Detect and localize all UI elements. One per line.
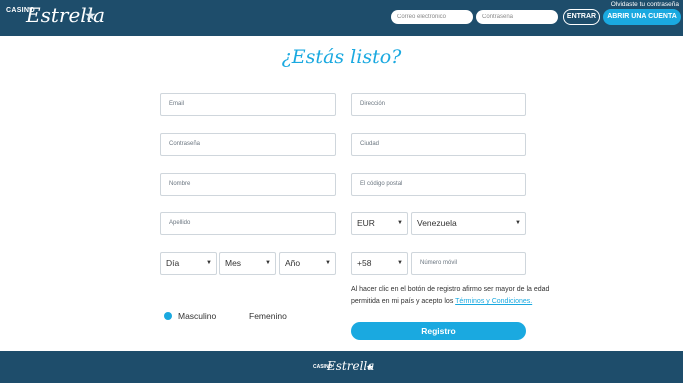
gender-female-label: Femenino xyxy=(249,311,287,321)
currency-select[interactable]: EUR ▼ xyxy=(351,212,408,235)
phone-code-select[interactable]: +58 ▼ xyxy=(351,252,408,275)
currency-select-value: EUR xyxy=(357,218,375,228)
year-select-value: Año xyxy=(285,258,301,268)
phone-field[interactable]: Número móvil xyxy=(411,252,526,275)
surname-field[interactable]: Apellido xyxy=(160,212,336,235)
top-header: CASINO Estrella ★ Olvidaste tu contraseñ… xyxy=(0,0,683,36)
name-field[interactable]: Nombre xyxy=(160,173,336,196)
page-title: ¿Estás listo? xyxy=(281,46,402,68)
chevron-down-icon: ▼ xyxy=(206,260,212,266)
year-select[interactable]: Año ▼ xyxy=(279,252,336,275)
header-email-input[interactable] xyxy=(391,10,473,24)
day-select[interactable]: Día ▼ xyxy=(160,252,217,275)
chevron-down-icon: ▼ xyxy=(325,260,331,266)
terms-text: Al hacer clic en el botón de registro af… xyxy=(351,284,551,308)
address-field[interactable]: Dirección xyxy=(351,93,526,116)
month-select-value: Mes xyxy=(225,258,242,268)
chevron-down-icon: ▼ xyxy=(265,260,271,266)
footer: CASINO Estrella ★ xyxy=(0,351,683,383)
city-field[interactable]: Ciudad xyxy=(351,133,526,156)
gender-female-radio[interactable]: Femenino xyxy=(249,311,287,321)
postal-code-field[interactable]: El código postal xyxy=(351,173,526,196)
radio-selected-icon xyxy=(164,312,172,320)
email-field[interactable]: Email xyxy=(160,93,336,116)
terms-link[interactable]: Términos y Condiciones. xyxy=(455,298,532,305)
phone-code-value: +58 xyxy=(357,258,372,268)
chevron-down-icon: ▼ xyxy=(397,260,403,266)
gender-male-label: Masculino xyxy=(178,311,217,321)
open-account-button[interactable]: ABRIR UNA CUENTA xyxy=(603,9,681,25)
login-button[interactable]: ENTRAR xyxy=(563,9,600,25)
day-select-value: Día xyxy=(166,258,180,268)
header-password-input[interactable] xyxy=(476,10,558,24)
chevron-down-icon: ▼ xyxy=(515,220,521,226)
star-icon: ★ xyxy=(84,7,97,23)
month-select[interactable]: Mes ▼ xyxy=(219,252,276,275)
chevron-down-icon: ▼ xyxy=(397,220,403,226)
password-field[interactable]: Contraseña xyxy=(160,133,336,156)
country-select[interactable]: Venezuela ▼ xyxy=(411,212,526,235)
star-icon: ★ xyxy=(366,362,375,372)
country-select-value: Venezuela xyxy=(417,218,457,228)
forgot-password-link[interactable]: Olvidaste tu contraseña xyxy=(611,1,679,8)
register-button[interactable]: Registro xyxy=(351,322,526,340)
gender-male-radio[interactable]: Masculino xyxy=(164,311,216,321)
